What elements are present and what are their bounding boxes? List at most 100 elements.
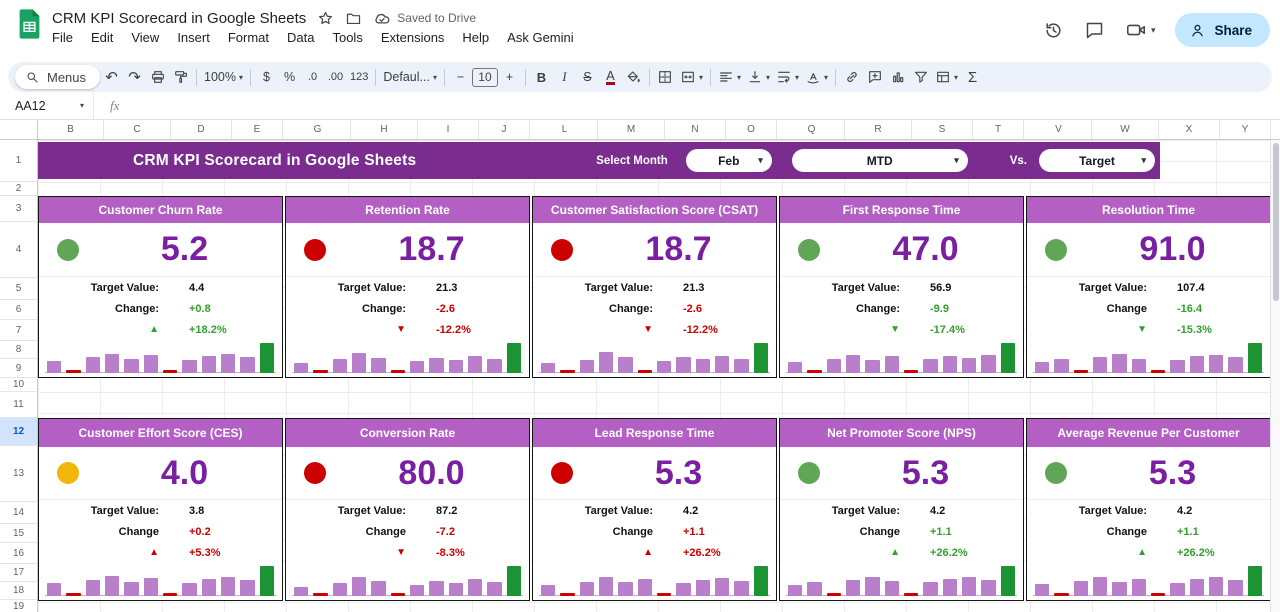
- column-header-W[interactable]: W: [1092, 120, 1159, 139]
- menu-edit[interactable]: Edit: [83, 28, 121, 47]
- row-header-6[interactable]: 6: [0, 300, 37, 320]
- menu-data[interactable]: Data: [279, 28, 322, 47]
- kpi-card[interactable]: Lead Response Time5.3Target Value:4.2Cha…: [532, 418, 777, 601]
- menu-view[interactable]: View: [123, 28, 167, 47]
- comments-icon[interactable]: [1084, 20, 1105, 41]
- column-header-E[interactable]: E: [232, 120, 283, 139]
- functions-button[interactable]: Σ: [961, 65, 984, 89]
- period-dropdown[interactable]: MTD ▾: [792, 149, 968, 172]
- row-header-13[interactable]: 13: [0, 446, 37, 502]
- month-dropdown[interactable]: Feb ▾: [686, 149, 772, 172]
- row-header-5[interactable]: 5: [0, 278, 37, 300]
- strikethrough-button[interactable]: S: [576, 65, 599, 89]
- chevron-down-icon[interactable]: ▾: [1151, 25, 1156, 36]
- save-status[interactable]: Saved to Drive: [373, 9, 476, 27]
- column-header-G[interactable]: G: [285, 120, 351, 139]
- text-wrap-button[interactable]: ▾: [773, 65, 802, 89]
- menu-format[interactable]: Format: [220, 28, 277, 47]
- share-button[interactable]: Share: [1175, 13, 1270, 47]
- row-header-19[interactable]: 19: [0, 600, 37, 612]
- menu-help[interactable]: Help: [454, 28, 497, 47]
- row-header-12[interactable]: 12: [0, 418, 37, 446]
- increase-font-button[interactable]: +: [498, 65, 521, 89]
- column-header-S[interactable]: S: [912, 120, 973, 139]
- insert-comment-button[interactable]: [863, 65, 886, 89]
- version-history-icon[interactable]: [1043, 20, 1064, 41]
- row-header-9[interactable]: 9: [0, 359, 37, 378]
- menu-file[interactable]: File: [44, 28, 81, 47]
- row-header-17[interactable]: 17: [0, 564, 37, 582]
- grid[interactable]: CRM KPI Scorecard in Google Sheets Selec…: [38, 140, 1280, 612]
- row-header-8[interactable]: 8: [0, 341, 37, 359]
- borders-button[interactable]: [654, 65, 677, 89]
- column-header-R[interactable]: R: [845, 120, 912, 139]
- format-currency-button[interactable]: $: [255, 65, 278, 89]
- decrease-font-button[interactable]: −: [449, 65, 472, 89]
- menu-tools[interactable]: Tools: [324, 28, 370, 47]
- font-size-input[interactable]: 10: [472, 68, 498, 87]
- row-header-11[interactable]: 11: [0, 392, 37, 418]
- row-header-2[interactable]: 2: [0, 182, 37, 196]
- more-formats-button[interactable]: 123: [347, 65, 371, 89]
- kpi-card[interactable]: Resolution Time91.0Target Value:107.4Cha…: [1026, 196, 1271, 378]
- insert-chart-button[interactable]: [886, 65, 909, 89]
- column-header-T[interactable]: T: [973, 120, 1024, 139]
- row-header-15[interactable]: 15: [0, 524, 37, 543]
- row-header-14[interactable]: 14: [0, 502, 37, 524]
- kpi-card[interactable]: Retention Rate18.7Target Value:21.3Chang…: [285, 196, 530, 378]
- italic-button[interactable]: I: [553, 65, 576, 89]
- row-header-7[interactable]: 7: [0, 320, 37, 341]
- text-color-button[interactable]: A: [599, 65, 622, 89]
- column-header-Q[interactable]: Q: [779, 120, 845, 139]
- name-box[interactable]: AA12 ▾: [0, 92, 94, 119]
- paint-format-button[interactable]: [169, 65, 192, 89]
- column-header-I[interactable]: I: [418, 120, 479, 139]
- column-header-Y[interactable]: Y: [1220, 120, 1271, 139]
- kpi-card[interactable]: Conversion Rate80.0Target Value:87.2Chan…: [285, 418, 530, 601]
- insert-link-button[interactable]: [840, 65, 863, 89]
- row-header-1[interactable]: 1: [0, 140, 37, 182]
- fill-color-button[interactable]: [622, 65, 645, 89]
- column-header-M[interactable]: M: [598, 120, 665, 139]
- menus-search-button[interactable]: Menus: [15, 65, 100, 89]
- column-header-V[interactable]: V: [1026, 120, 1092, 139]
- meet-button[interactable]: ▾: [1125, 19, 1156, 41]
- column-header-O[interactable]: O: [726, 120, 777, 139]
- undo-button[interactable]: ↶: [100, 65, 123, 89]
- vertical-align-button[interactable]: ▾: [744, 65, 773, 89]
- increase-decimal-button[interactable]: .00: [324, 65, 347, 89]
- column-header-D[interactable]: D: [171, 120, 232, 139]
- format-percent-button[interactable]: %: [278, 65, 301, 89]
- font-select[interactable]: Defaul... ▾: [380, 65, 440, 89]
- print-button[interactable]: [146, 65, 169, 89]
- row-header-18[interactable]: 18: [0, 582, 37, 600]
- column-header-B[interactable]: B: [38, 120, 104, 139]
- select-all-corner[interactable]: [0, 120, 38, 140]
- kpi-card[interactable]: Customer Effort Score (CES)4.0Target Val…: [38, 418, 283, 601]
- compare-dropdown[interactable]: Target ▾: [1039, 149, 1155, 172]
- decrease-decimal-button[interactable]: .0: [301, 65, 324, 89]
- kpi-card[interactable]: Net Promoter Score (NPS)5.3Target Value:…: [779, 418, 1024, 601]
- table-views-button[interactable]: ▾: [932, 65, 961, 89]
- doc-title[interactable]: CRM KPI Scorecard in Google Sheets: [52, 10, 306, 27]
- row-header-3[interactable]: 3: [0, 196, 37, 222]
- menu-extensions[interactable]: Extensions: [373, 28, 453, 47]
- kpi-card[interactable]: Average Revenue Per Customer5.3Target Va…: [1026, 418, 1271, 601]
- column-header-C[interactable]: C: [104, 120, 171, 139]
- sheets-logo-icon[interactable]: [17, 8, 42, 45]
- zoom-select[interactable]: 100% ▾: [201, 65, 246, 89]
- vertical-scrollbar[interactable]: [1270, 140, 1280, 612]
- filter-button[interactable]: [909, 65, 932, 89]
- column-header-J[interactable]: J: [479, 120, 530, 139]
- menu-insert[interactable]: Insert: [169, 28, 218, 47]
- horizontal-align-button[interactable]: ▾: [715, 65, 744, 89]
- bold-button[interactable]: B: [530, 65, 553, 89]
- row-header-16[interactable]: 16: [0, 543, 37, 564]
- kpi-card[interactable]: First Response Time47.0Target Value:56.9…: [779, 196, 1024, 378]
- move-folder-icon[interactable]: [345, 10, 362, 27]
- merge-cells-button[interactable]: ▾: [677, 65, 706, 89]
- kpi-card[interactable]: Customer Satisfaction Score (CSAT)18.7Ta…: [532, 196, 777, 378]
- kpi-card[interactable]: Customer Churn Rate5.2Target Value:4.4Ch…: [38, 196, 283, 378]
- row-header-4[interactable]: 4: [0, 222, 37, 278]
- row-header-10[interactable]: 10: [0, 378, 37, 392]
